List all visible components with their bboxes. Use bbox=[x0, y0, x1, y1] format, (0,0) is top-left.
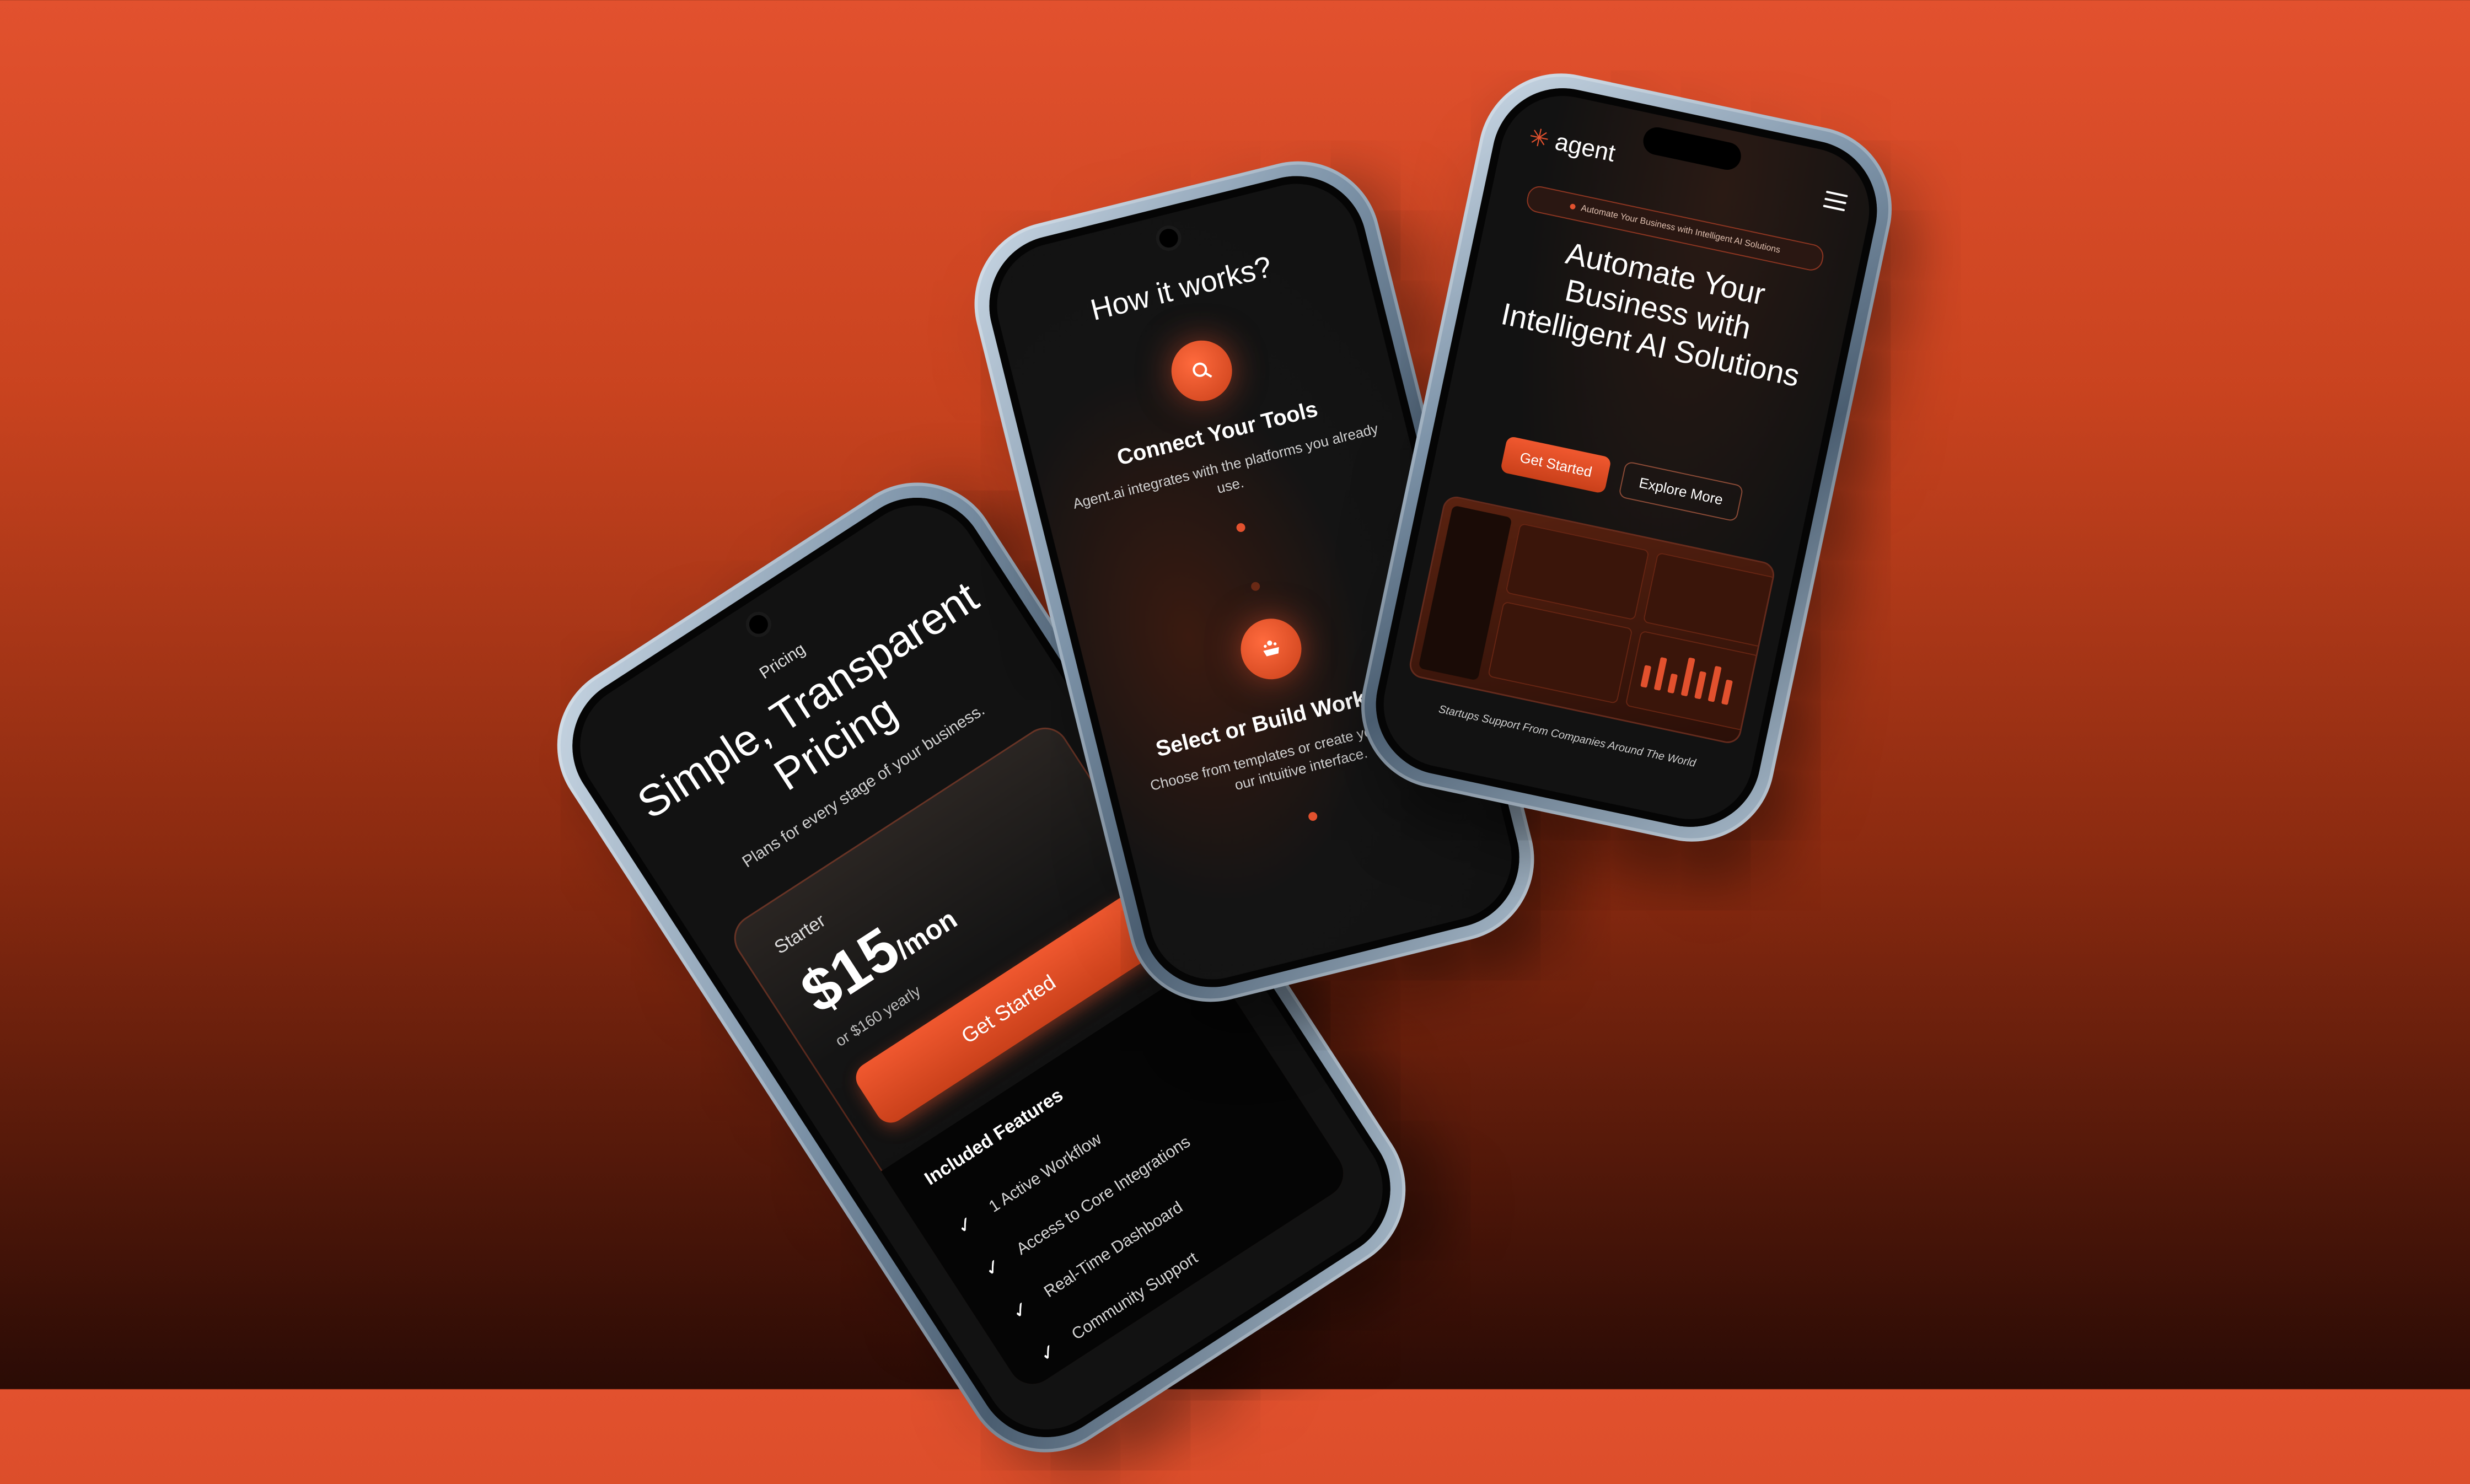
hero-screen: ✳ agent Automate Your Business with Inte… bbox=[1362, 75, 1891, 840]
dashboard-card bbox=[1642, 552, 1775, 648]
camera-punch-hole bbox=[1157, 227, 1180, 250]
check-icon: ✓ bbox=[1007, 1295, 1034, 1324]
check-icon: ✓ bbox=[1035, 1338, 1061, 1367]
get-started-button[interactable]: Get Started bbox=[1500, 435, 1612, 494]
search-icon bbox=[1165, 334, 1239, 408]
explore-more-button[interactable]: Explore More bbox=[1618, 460, 1744, 522]
plan-price: $15/mon bbox=[788, 878, 966, 1028]
logo-text: agent bbox=[1553, 128, 1618, 168]
timeline-dot bbox=[1307, 811, 1318, 822]
check-icon: ✓ bbox=[979, 1253, 1006, 1282]
check-icon: ✓ bbox=[952, 1211, 979, 1239]
timeline-dot bbox=[1235, 522, 1247, 533]
workflow-icon bbox=[1234, 612, 1308, 686]
plan-price-period: /mon bbox=[890, 903, 963, 965]
camera-punch-hole bbox=[745, 611, 772, 638]
timeline-dot bbox=[1250, 581, 1261, 592]
sparkle-icon bbox=[1570, 203, 1576, 210]
dashboard-chart bbox=[1487, 601, 1633, 705]
dashboard-bar-chart bbox=[1625, 630, 1760, 732]
dashboard-preview-image bbox=[1409, 496, 1775, 744]
hamburger-menu-icon[interactable] bbox=[1823, 190, 1848, 212]
how-title: How it works? bbox=[1087, 250, 1275, 327]
asterisk-logo-icon: ✳ bbox=[1526, 122, 1552, 154]
logo[interactable]: ✳ agent bbox=[1526, 122, 1618, 168]
hero-phone: ✳ agent Automate Your Business with Inte… bbox=[1346, 58, 1907, 857]
